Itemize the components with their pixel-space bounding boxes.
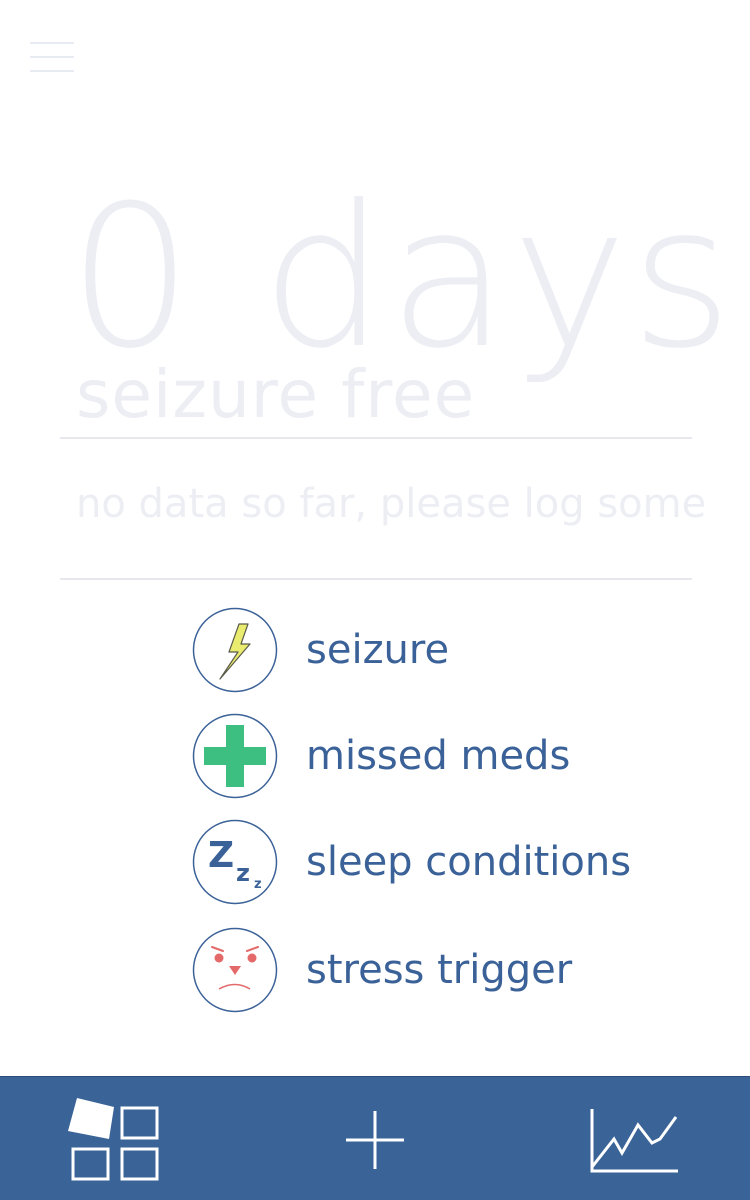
menu-icon-line-top	[30, 42, 74, 44]
log-missed-meds-label: missed meds	[306, 733, 571, 779]
menu-icon-line-middle	[30, 56, 74, 58]
log-sleep-conditions-button[interactable]: Z z z sleep conditions	[192, 819, 672, 907]
line-chart-icon	[590, 1109, 678, 1173]
svg-text:z: z	[236, 859, 250, 887]
log-seizure-button[interactable]: seizure	[192, 607, 672, 695]
log-sleep-conditions-label: sleep conditions	[306, 839, 632, 885]
medical-cross-icon	[192, 713, 278, 799]
svg-text:z: z	[254, 877, 262, 892]
tab-add-entry[interactable]	[340, 1105, 410, 1175]
stressed-face-icon	[192, 927, 278, 1013]
divider-top	[60, 437, 692, 439]
log-seizure-label: seizure	[306, 627, 450, 673]
seizure-free-caption: seizure free	[76, 356, 476, 433]
divider-bottom	[60, 578, 692, 580]
sleep-zzz-icon: Z z z	[192, 819, 278, 905]
log-stress-trigger-button[interactable]: stress trigger	[192, 927, 672, 1015]
menu-icon-line-bottom	[30, 70, 74, 72]
lightning-bolt-icon	[192, 607, 278, 693]
tab-dashboard[interactable]	[64, 1095, 168, 1185]
seizure-free-days-count: 0 days	[68, 164, 736, 392]
bottom-tab-bar	[0, 1076, 750, 1200]
svg-text:Z: Z	[208, 835, 234, 876]
home-screen: 0 days seizure free no data so far, plea…	[0, 0, 750, 1200]
plus-icon	[346, 1111, 404, 1169]
log-missed-meds-button[interactable]: missed meds	[192, 713, 672, 801]
menu-button[interactable]	[30, 40, 74, 74]
no-data-message: no data so far, please log some	[76, 481, 707, 527]
dashboard-grid-icon	[68, 1098, 159, 1181]
log-stress-trigger-label: stress trigger	[306, 947, 573, 993]
tab-statistics[interactable]	[582, 1101, 686, 1181]
